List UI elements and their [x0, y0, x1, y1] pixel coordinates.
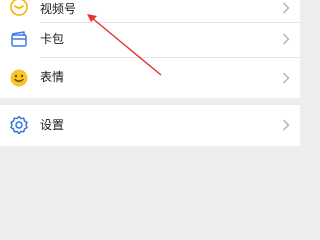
menu-group-2: 设置: [0, 105, 300, 146]
chevron-right-icon: [283, 72, 290, 84]
channels-icon: [10, 0, 28, 16]
settings-gear-icon: [10, 115, 28, 135]
menu-item-label: 设置: [40, 118, 65, 132]
menu-item-label: 视频号: [40, 2, 77, 16]
chevron-right-icon: [283, 119, 290, 131]
menu-item-stickers[interactable]: 表情: [0, 57, 300, 98]
card-wallet-icon: [11, 31, 27, 47]
menu-item-settings[interactable]: 设置: [0, 105, 300, 146]
sticker-smile-icon: [10, 69, 28, 87]
menu-item-label: 卡包: [40, 32, 65, 46]
chevron-right-icon: [283, 2, 290, 14]
menu-item-label: 表情: [40, 70, 65, 84]
chevron-right-icon: [283, 33, 290, 45]
menu-item-channels[interactable]: 视频号: [0, 0, 300, 22]
menu-item-cards[interactable]: 卡包: [0, 22, 300, 56]
